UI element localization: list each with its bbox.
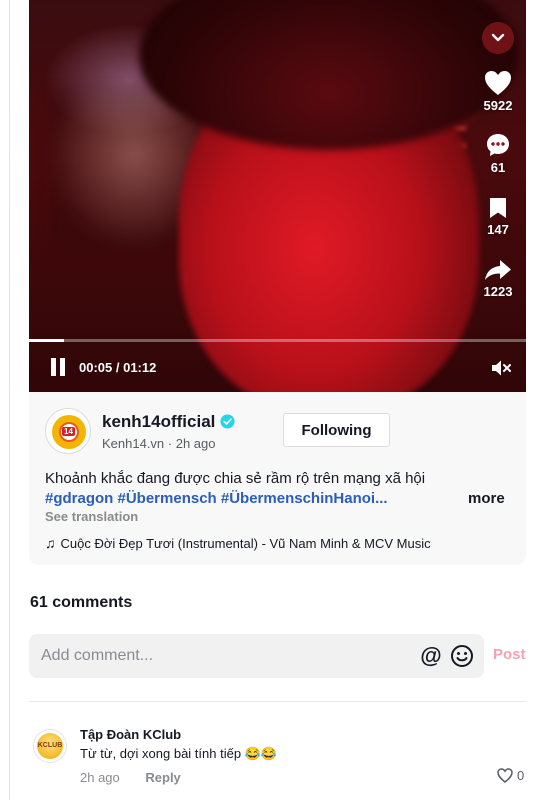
music-title: Cuộc Đời Đẹp Tươi (Instrumental) - Vũ Na… <box>60 535 431 551</box>
comment-avatar[interactable]: KCLUB <box>33 729 67 763</box>
comment-item: KCLUB Tập Đoàn KClub Từ từ, dợi xong bài… <box>29 723 526 793</box>
comment-like-button[interactable]: 0 <box>497 768 524 783</box>
video-progress-fill <box>29 339 64 342</box>
more-button[interactable]: more <box>468 488 505 510</box>
emoji-icon[interactable] <box>450 644 474 668</box>
comment-input-box: @ <box>29 634 484 678</box>
video-post-card: 5922 61 147 1223 00:05 / 01:12 14 kenh14… <box>29 0 526 565</box>
video-player[interactable]: 5922 61 147 1223 00:05 / 01:12 <box>29 0 526 392</box>
mention-icon[interactable]: @ <box>419 644 443 668</box>
video-time: 00:05 / 01:12 <box>79 360 157 375</box>
mute-button[interactable] <box>490 357 512 379</box>
see-translation-link[interactable]: See translation <box>45 509 138 524</box>
chevron-down-icon[interactable] <box>482 22 514 54</box>
author-display-name: Kenh14.vn <box>102 435 165 451</box>
share-button[interactable]: 1223 <box>476 258 520 299</box>
kclub-logo: KCLUB <box>37 733 63 759</box>
post-button[interactable]: Post <box>493 646 526 663</box>
speaker-muted-icon <box>492 360 511 376</box>
avatar-badge: 14 <box>62 427 75 436</box>
comment-icon <box>487 134 509 156</box>
author-avatar[interactable]: 14 <box>45 408 91 454</box>
music-note-icon: ♫ <box>45 535 56 551</box>
post-hashtags[interactable]: #gdragon #Übermensch #ÜbermenschinHanoi.… <box>45 488 388 510</box>
divider <box>29 701 526 702</box>
following-button[interactable]: Following <box>283 413 390 447</box>
comment-button[interactable]: 61 <box>476 132 520 175</box>
comments-count: 61 comments <box>30 594 133 611</box>
heart-icon <box>485 71 511 95</box>
bookmark-icon <box>490 198 506 218</box>
like-button[interactable]: 5922 <box>476 70 520 113</box>
meta-separator: · <box>164 435 176 451</box>
save-button[interactable]: 147 <box>476 196 520 237</box>
pause-button[interactable] <box>49 358 69 378</box>
post-description: Khoảnh khắc đang được chia sẻ rầm rộ trê… <box>45 470 426 487</box>
author-block[interactable]: 14 kenh14official Kenh14.vn · 2h ago <box>45 408 235 454</box>
post-time: 2h ago <box>175 435 216 451</box>
video-progress-bar[interactable] <box>29 339 526 342</box>
video-frame <box>29 0 526 392</box>
comment-time: 2h ago <box>80 770 120 785</box>
like-count: 5922 <box>483 98 513 113</box>
comment-text: Từ từ, dợi xong bài tính tiếp 😂😂 <box>80 746 278 761</box>
comment-author[interactable]: Tập Đoàn KClub <box>80 727 181 742</box>
reply-button[interactable]: Reply <box>145 770 180 785</box>
page-left-border <box>9 0 10 800</box>
heart-outline-icon <box>497 768 513 783</box>
save-count: 147 <box>487 222 509 237</box>
comment-like-count: 0 <box>517 768 525 783</box>
verified-icon <box>220 414 235 429</box>
share-count: 1223 <box>483 284 513 299</box>
share-icon <box>485 260 511 280</box>
music-link[interactable]: ♫ Cuộc Đời Đẹp Tươi (Instrumental) - Vũ … <box>45 535 431 551</box>
comment-count: 61 <box>490 160 506 175</box>
author-username[interactable]: kenh14official <box>102 412 215 432</box>
comment-input[interactable] <box>41 634 401 678</box>
